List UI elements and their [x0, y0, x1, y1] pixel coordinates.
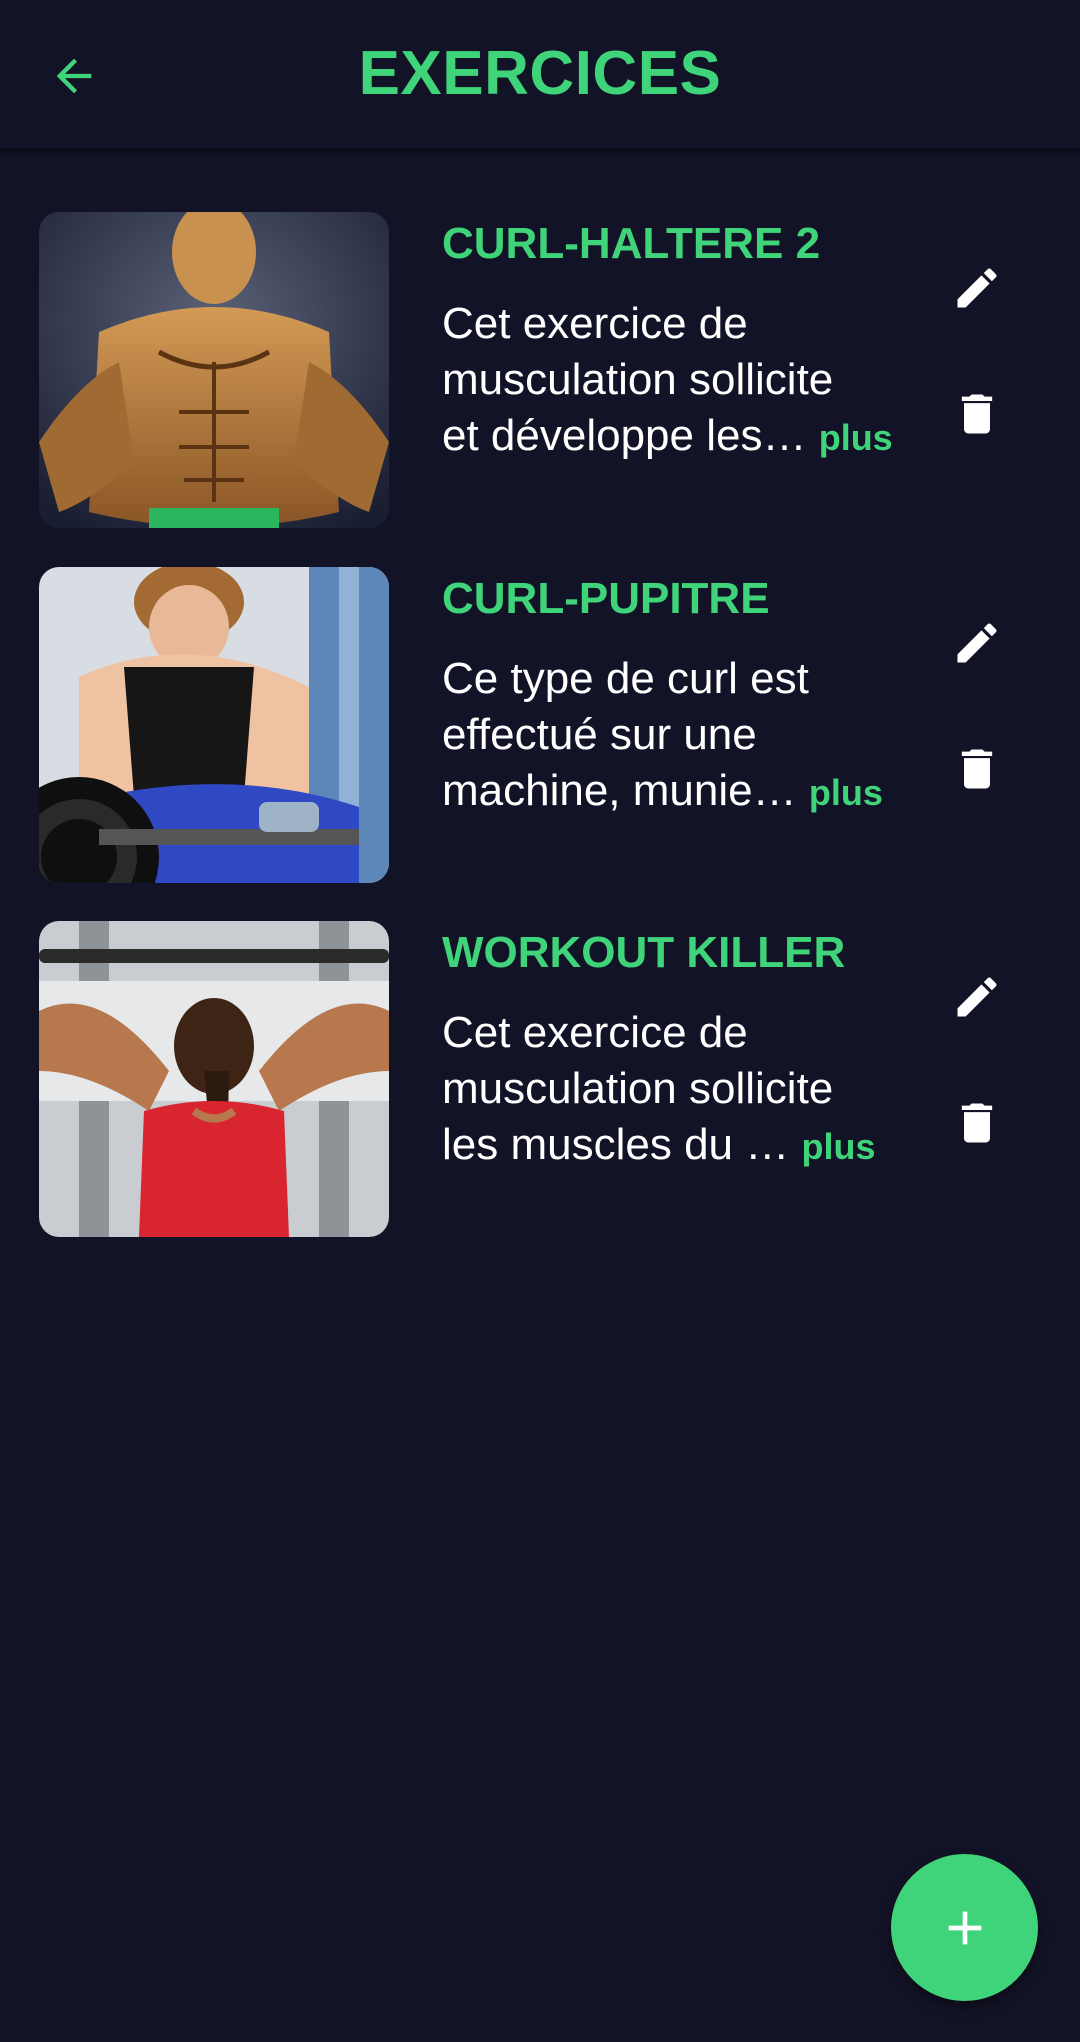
exercise-item[interactable]: CURL-HALTERE 2 Cet exercice de musculati… [0, 212, 1080, 528]
plus-icon [948, 1911, 981, 1944]
description-line: Cet exercice de [442, 1008, 748, 1057]
exercise-name: WORKOUT KILLER [442, 928, 846, 977]
pencil-icon [957, 977, 997, 1017]
app-bar: EXERCICES [0, 0, 1080, 148]
exercise-name: CURL-PUPITRE [442, 574, 770, 623]
more-link[interactable]: plus [819, 417, 893, 458]
exercise-image [39, 567, 389, 883]
edit-button[interactable] [937, 248, 1017, 328]
edit-button[interactable] [937, 603, 1017, 683]
description-line: et développe les… [442, 411, 807, 460]
exercise-description: Cet exercice de musculation sollicite le… [442, 1005, 912, 1175]
more-link[interactable]: plus [809, 772, 883, 813]
description-line: musculation sollicite [442, 355, 834, 404]
exercise-item[interactable]: CURL-PUPITRE Ce type de curl est effectu… [0, 567, 1080, 883]
page-title: EXERCICES [358, 39, 722, 108]
trash-icon [961, 394, 993, 434]
exercise-description: Cet exercice de musculation sollicite et… [442, 296, 912, 466]
edit-button[interactable] [937, 957, 1017, 1037]
exercise-image [39, 212, 389, 528]
delete-button[interactable] [937, 374, 1017, 454]
description-line: musculation sollicite [442, 1064, 834, 1113]
description-line: effectué sur une [442, 710, 757, 759]
more-link[interactable]: plus [801, 1126, 875, 1167]
description-line: Ce type de curl est [442, 654, 809, 703]
exercise-image [39, 921, 389, 1237]
exercise-item[interactable]: WORKOUT KILLER Cet exercice de musculati… [0, 921, 1080, 1237]
pencil-icon [957, 623, 997, 663]
add-exercise-button[interactable] [891, 1854, 1038, 2001]
pencil-icon [957, 268, 997, 308]
description-line: Cet exercice de [442, 299, 748, 348]
exercise-description: Ce type de curl est effectué sur une mac… [442, 651, 912, 821]
delete-button[interactable] [937, 729, 1017, 809]
description-line: machine, munie… [442, 766, 797, 815]
delete-button[interactable] [937, 1083, 1017, 1163]
exercise-name: CURL-HALTERE 2 [442, 219, 821, 268]
trash-icon [961, 749, 993, 789]
description-line: les muscles du … [442, 1120, 790, 1169]
trash-icon [961, 1103, 993, 1143]
